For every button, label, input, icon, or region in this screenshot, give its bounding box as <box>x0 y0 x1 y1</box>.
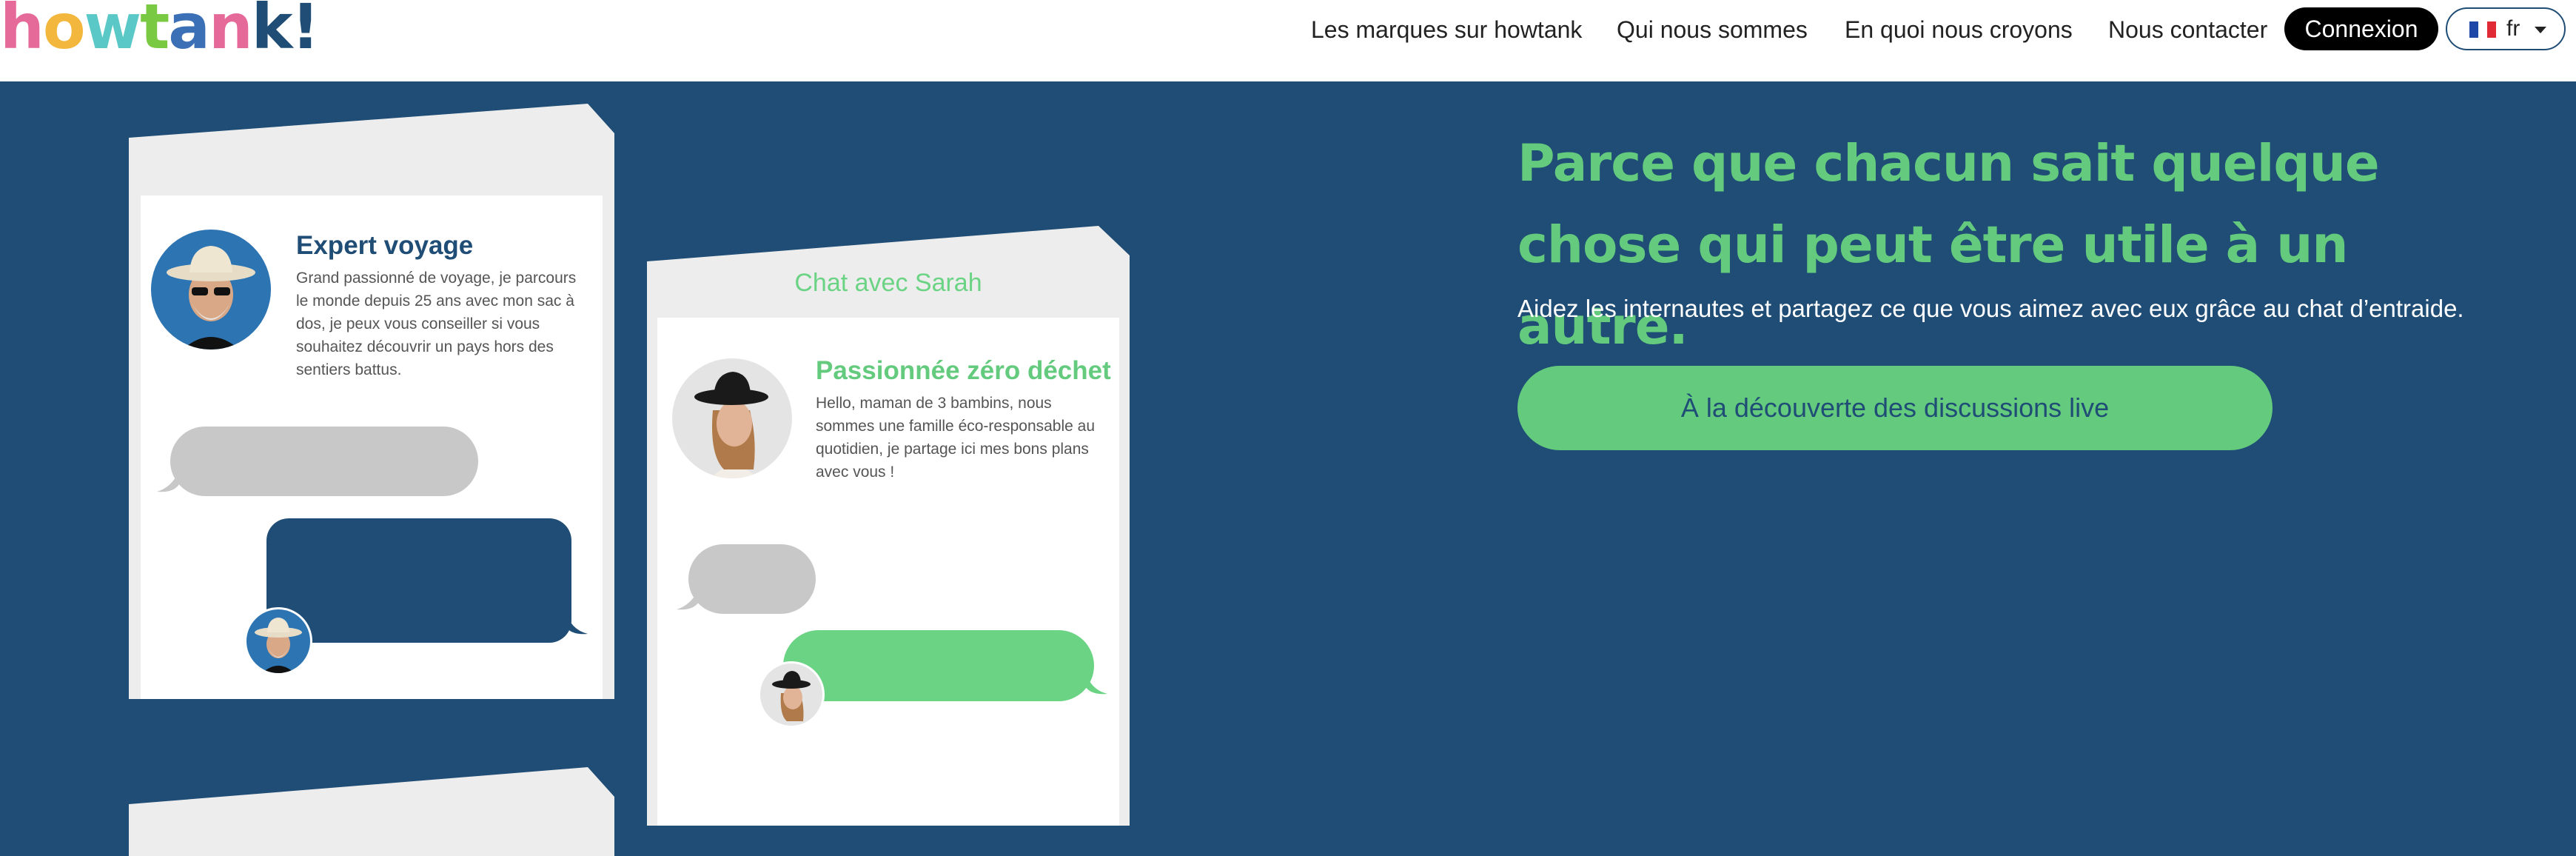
french-flag-icon <box>2469 21 2496 38</box>
chat-screen: Expert voyage Grand passionné de voyage,… <box>141 195 603 699</box>
chat-title: Chat avec Sarah <box>794 269 982 297</box>
logo-letter: n <box>208 0 253 63</box>
man-with-hat-avatar <box>151 230 271 350</box>
chat-screen: Passionnée zéro déchet Hello, maman de 3… <box>657 318 1119 826</box>
outgoing-message-bubble <box>783 630 1094 701</box>
bubble-tail <box>157 471 179 492</box>
login-button[interactable]: Connexion <box>2284 7 2438 50</box>
avatar-illustration <box>255 618 302 673</box>
profile-title: Passionnée zéro déchet <box>816 356 1111 385</box>
profile-description: Grand passionné de voyage, je parcours l… <box>296 270 577 378</box>
logo-letter: o <box>42 0 86 63</box>
chat-preview-card-expert: Expert voyage Grand passionné de voyage,… <box>129 104 614 699</box>
chevron-down-icon <box>2535 27 2546 33</box>
howtank-logo[interactable]: howtank! <box>0 0 320 58</box>
top-nav: howtank! Les marques sur howtank Qui nou… <box>0 0 2576 81</box>
bubble-tail <box>566 610 588 635</box>
outgoing-message-bubble <box>266 518 571 643</box>
chat-preview-card-sarah: Chat avec Sarah Passionnée zéro déchet H… <box>647 226 1130 826</box>
hero-subtitle: Aidez les internautes et partagez ce que… <box>1517 295 2464 322</box>
bubble-tail <box>1085 670 1107 695</box>
hero-headline: Parce que chacun sait quelque chose qui … <box>1517 134 2380 356</box>
logo-letter: ! <box>291 0 320 63</box>
logo-letter: t <box>140 0 170 63</box>
profile-title: Expert voyage <box>296 231 474 260</box>
language-selector[interactable]: fr <box>2446 7 2566 50</box>
logo-letter: h <box>0 0 44 63</box>
bubble-tail <box>677 589 699 610</box>
logo-letter: w <box>84 0 142 63</box>
incoming-message-bubble <box>688 544 816 614</box>
discover-live-discussions-button[interactable]: À la découverte des discussions live <box>1517 366 2273 450</box>
incoming-message-bubble <box>170 427 478 496</box>
logo-letter: a <box>168 0 210 63</box>
sender-avatar-small <box>758 661 825 728</box>
nav-link-beliefs[interactable]: En quoi nous croyons <box>1845 13 2073 46</box>
nav-link-brands[interactable]: Les marques sur howtank <box>1311 13 1582 46</box>
profile-description: Hello, maman de 3 bambins, nous sommes u… <box>816 395 1096 481</box>
avatar-illustration <box>167 246 255 350</box>
avatar-illustration <box>694 372 768 478</box>
sender-avatar-small <box>244 607 312 675</box>
avatar-illustration <box>772 671 811 721</box>
woman-with-hat-avatar <box>672 358 792 478</box>
nav-link-contact[interactable]: Nous contacter <box>2108 13 2267 46</box>
chat-preview-card-partial <box>129 767 614 856</box>
logo-letter: k <box>251 0 293 63</box>
language-code: fr <box>2506 16 2520 41</box>
nav-link-about[interactable]: Qui nous sommes <box>1617 13 1808 46</box>
